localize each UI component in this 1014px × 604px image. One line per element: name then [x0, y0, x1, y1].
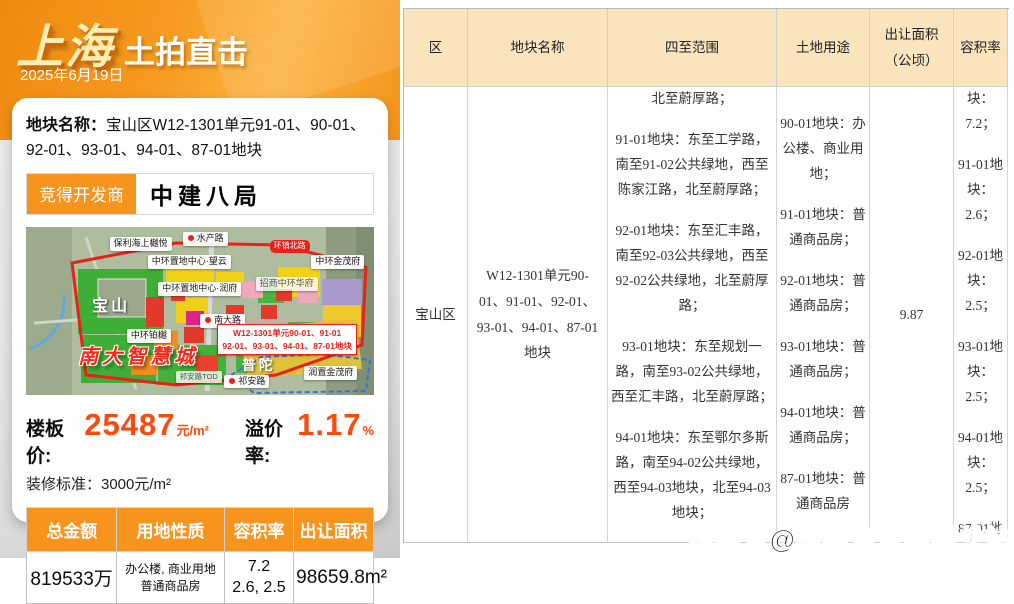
- detail-table: 区 地块名称 四至范围 土地用途 出让面积（公顷） 容积率 宝山区 W12-13…: [403, 8, 1009, 543]
- floor-price-unit: 元/m²: [176, 420, 209, 439]
- map-label-qianlu-tod: 祁安路TOD: [176, 371, 222, 383]
- cell-boundaries: 90-01地块：东至90-02公共绿地，南至90-02公共绿地，西至90-02公…: [608, 87, 777, 543]
- metro-icon: [204, 316, 212, 324]
- premium-label: 溢价率:: [245, 414, 297, 468]
- summary-land-use-line1: 办公楼, 商业用地: [119, 561, 222, 577]
- decoration-standard: 装修标准：3000元/m²: [26, 473, 374, 494]
- summary-header-total: 总金额: [27, 507, 117, 551]
- summary-header-far: 容积率: [224, 507, 293, 551]
- metro-icon: [187, 234, 195, 242]
- district-value: 宝山区: [415, 302, 456, 328]
- map-label-runzhi: 润置金茂府: [304, 366, 357, 380]
- map-label-wangyun: 中环置地中心·望云: [148, 255, 231, 269]
- map-label-qianlu: 祁安路: [224, 375, 269, 389]
- summary-header-area: 出让面积: [294, 507, 374, 551]
- developer-name: 中建八局: [136, 174, 373, 214]
- summary-far-line2: 2.6, 2.5: [227, 578, 291, 599]
- parcel-name-value: W12-1301单元90-01、91-01、92-01、93-01、94-01、…: [473, 263, 602, 366]
- developer-box: 竞得开发商 中建八局: [26, 173, 374, 215]
- summary-far: 7.2 2.6, 2.5: [224, 551, 293, 604]
- col-header-far: 容积率: [954, 9, 1008, 87]
- floor-price-label: 楼板价:: [26, 414, 84, 468]
- metro-icon: [228, 377, 236, 385]
- title-land-auction: 土拍直击: [124, 27, 248, 72]
- map-label-baoshan: 宝山: [92, 297, 130, 318]
- map-label-nanda-city: 南大智慧城: [78, 344, 198, 370]
- summary-land-use-line2: 普通商品房: [119, 578, 222, 594]
- map-label-poli: 保利海上樾悦: [110, 237, 172, 251]
- map-callout-line2: 92-01、93-01、94-01、87-01地块: [222, 341, 351, 351]
- summary-total-amount: 819533万: [27, 551, 117, 604]
- map-label-runfu: 中环置地中心·润府: [158, 282, 241, 296]
- map-callout-line1: W12-1301单元90-01、91-01: [233, 328, 341, 338]
- price-row: 楼板价: 25487 元/m² 溢价率: 1.17 %: [26, 407, 374, 468]
- cell-district: 宝山区: [404, 87, 468, 543]
- summary-header-row: 总金额 用地性质 容积率 出让面积: [27, 507, 374, 551]
- summary-area: 98659.8m²: [294, 551, 374, 604]
- col-header-parcel-name: 地块名称: [468, 9, 608, 87]
- cell-land-use: 90-01地块：办公楼、商业用地；91-01地块：普通商品房；92-01地块：普…: [777, 87, 870, 543]
- detail-panel: 区 地块名称 四至范围 土地用途 出让面积（公顷） 容积率 宝山区 W12-13…: [400, 0, 1014, 558]
- developer-label: 竞得开发商: [27, 174, 136, 214]
- premium-value: 1.17: [297, 407, 361, 443]
- parcel-name-line: 地块名称：宝山区W12-1301单元91-01、90-01、92-01、93-0…: [26, 114, 374, 163]
- col-header-transfer-area: 出让面积（公顷）: [870, 9, 954, 87]
- col-header-boundaries: 四至范围: [608, 9, 777, 87]
- poster-panel: 上海 土拍直击 2025年6月19日 地块名称：宝山区W12-1301单元91-…: [0, 0, 400, 558]
- cell-far: 90-01地块：7.2；91-01地块：2.6；92-01地块：2.5；93-0…: [954, 87, 1008, 543]
- map-label-shuichanlu: 水产路: [183, 232, 228, 246]
- cell-parcel-name: W12-1301单元90-01、91-01、92-01、93-01、94-01、…: [468, 87, 608, 543]
- summary-land-use: 办公楼, 商业用地 普通商品房: [117, 551, 225, 604]
- poster-date: 2025年6月19日: [20, 64, 123, 85]
- parcel-name-label: 地块名称：: [26, 117, 106, 134]
- map-label-jinmao-top: 中环金茂府: [311, 255, 364, 269]
- map-label-zhaoshang: 招商中环华府: [256, 277, 318, 291]
- col-header-land-use: 土地用途: [777, 9, 870, 87]
- watermark: 搜狐号@搜狐焦点嘉峪关站: [689, 519, 1012, 556]
- premium-unit: %: [362, 423, 374, 438]
- map-callout-parcel: W12-1301单元90-01、91-01 92-01、93-01、94-01、…: [217, 324, 356, 355]
- map-label-putuo: 普陀: [242, 356, 276, 374]
- transfer-area-value: 9.87: [900, 302, 924, 328]
- map-label-huanzhen-beilu: 环镇北路: [270, 240, 310, 252]
- summary-table: 总金额 用地性质 容积率 出让面积 819533万 办公楼, 商业用地 普通商品…: [26, 507, 374, 604]
- premium-group: 溢价率: 1.17 %: [245, 407, 374, 468]
- info-card: 地块名称：宝山区W12-1301单元91-01、90-01、92-01、93-0…: [12, 98, 388, 522]
- floor-price-value: 25487: [84, 407, 175, 443]
- summary-data-row: 819533万 办公楼, 商业用地 普通商品房 7.2 2.6, 2.5 986…: [27, 551, 374, 604]
- cell-transfer-area: 9.87: [870, 87, 954, 543]
- col-header-district: 区: [404, 9, 468, 87]
- summary-far-line1: 7.2: [227, 557, 291, 578]
- parcel-map: 保利海上樾悦 水产路 中环置地中心·望云 环镇北路 中环金茂府 中环置地中心·润…: [26, 227, 374, 395]
- summary-header-use: 用地性质: [117, 507, 225, 551]
- map-label-boyue: 中环铂樾: [127, 329, 171, 343]
